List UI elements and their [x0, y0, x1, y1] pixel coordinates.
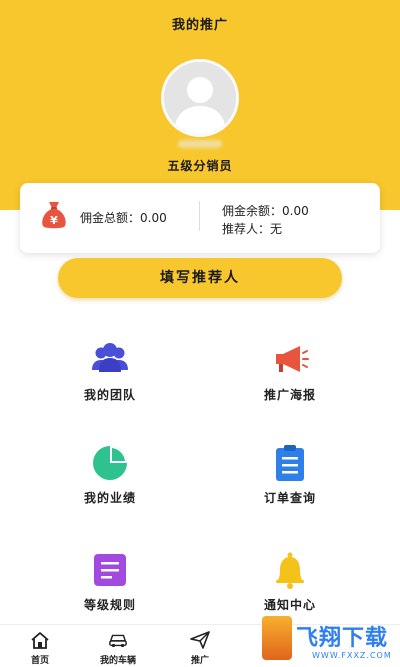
money-bag-icon: ¥ — [42, 202, 66, 229]
grid-label: 我的团队 — [83, 388, 136, 402]
avatar[interactable] — [161, 59, 239, 137]
home-icon — [31, 632, 49, 649]
page-title: 我的推广 — [171, 18, 228, 33]
grid-item-orders[interactable]: 订单查询 — [220, 443, 360, 533]
clipboard-icon — [276, 445, 304, 481]
nav-label: 我的车辆 — [99, 656, 136, 666]
grid-item-performance[interactable]: 我的业绩 — [40, 443, 180, 533]
commission-card — [20, 183, 380, 253]
send-icon — [190, 631, 210, 649]
car-icon — [109, 634, 127, 648]
watermark-url: WWW.FXXZ.COM — [312, 651, 392, 660]
nickname-blurred — [178, 140, 222, 148]
grid-label: 通知中心 — [263, 598, 316, 612]
nav-item-promotion[interactable]: 推广 — [170, 631, 230, 667]
grid-item-team[interactable]: 我的团队 — [40, 340, 180, 430]
user-silhouette-icon — [164, 62, 236, 134]
grid-label: 订单查询 — [263, 491, 316, 505]
balance-commission: 佣金余额：0.00 — [222, 204, 309, 218]
bell-icon — [276, 552, 304, 589]
total-commission: 佣金总额：0.00 — [80, 211, 167, 225]
card-divider — [199, 201, 200, 231]
watermark-text: 飞翔下载 — [296, 626, 389, 651]
document-icon — [94, 554, 126, 586]
nav-label: 首页 — [30, 656, 49, 666]
fill-referrer-button[interactable]: 填写推荐人 — [58, 258, 342, 298]
pie-chart-icon — [93, 446, 127, 480]
nav-label: 推广 — [190, 656, 209, 666]
grid-label: 推广海报 — [263, 388, 316, 402]
grid-label: 我的业绩 — [83, 491, 136, 505]
watermark-logo — [262, 616, 292, 660]
megaphone-icon — [276, 346, 309, 372]
svg-text:¥: ¥ — [50, 214, 58, 227]
grid-label: 等级规则 — [83, 598, 136, 612]
team-icon — [92, 343, 128, 372]
grid-item-poster[interactable]: 推广海报 — [220, 340, 360, 430]
referrer-info: 推荐人：无 — [222, 222, 283, 236]
nav-item-home[interactable]: 首页 — [10, 631, 70, 667]
member-level: 五级分销员 — [167, 159, 233, 173]
nav-item-my-vehicles[interactable]: 我的车辆 — [88, 631, 148, 667]
